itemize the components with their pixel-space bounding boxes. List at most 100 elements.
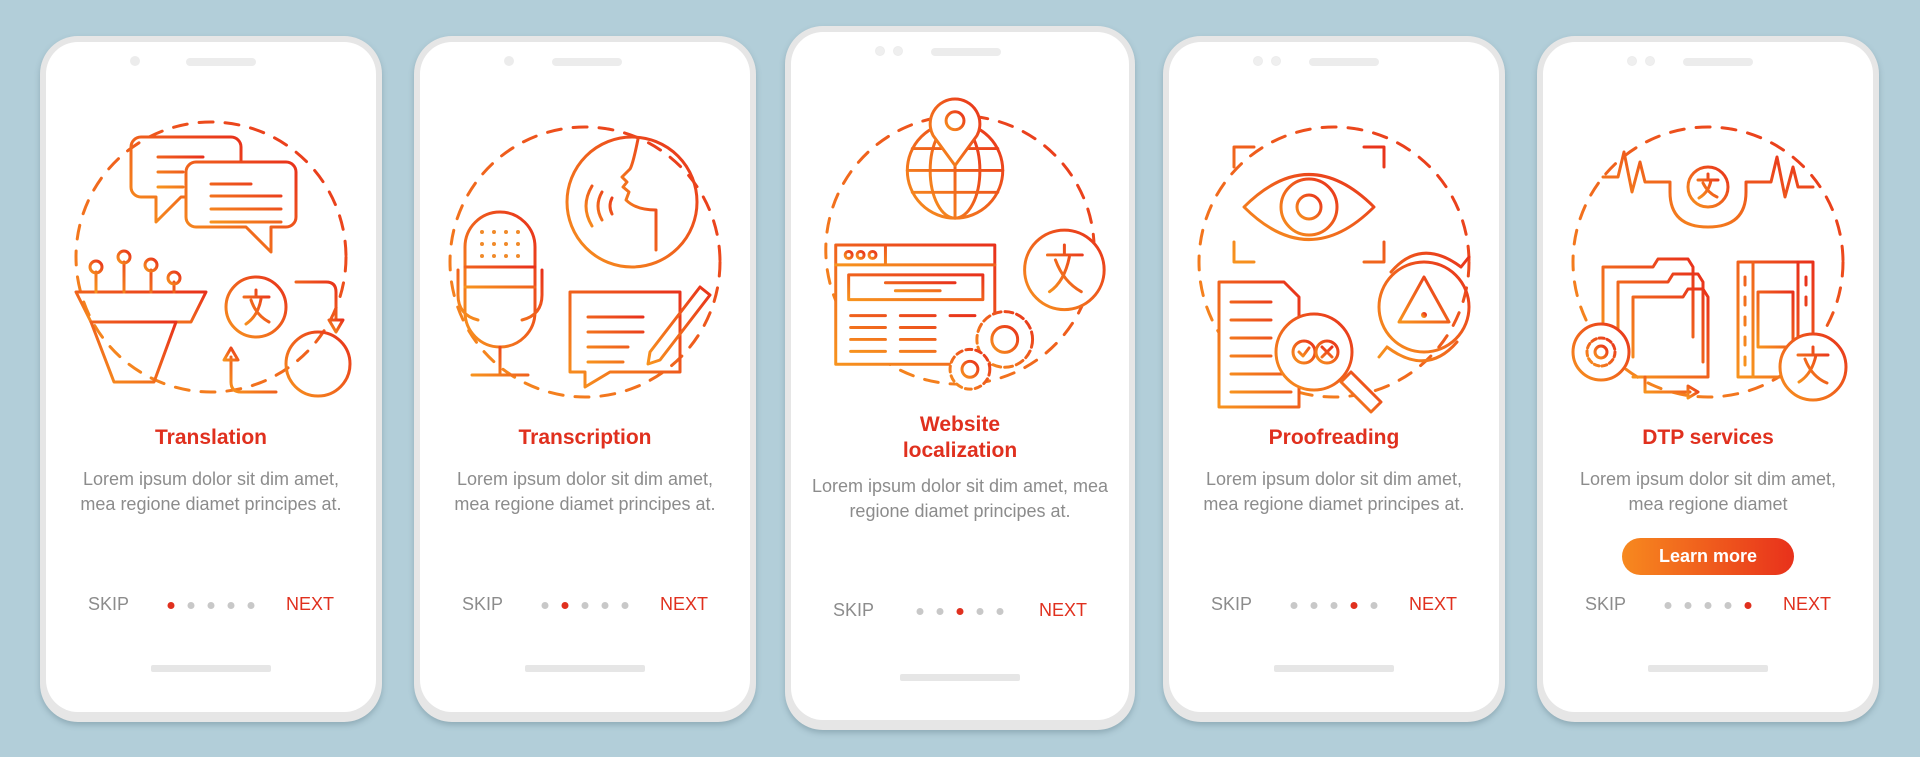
warning-refresh-icon [1377, 251, 1471, 363]
onboarding-screen-translation: Translation Lorem ipsum dolor sit dim am… [40, 36, 382, 722]
step-dot-4[interactable] [227, 602, 235, 609]
home-indicator[interactable] [1648, 665, 1768, 672]
arrow-cycle-icon [222, 280, 352, 398]
funnel-icon [74, 249, 208, 384]
chat-bubbles-icon [129, 135, 298, 254]
screen-title-line2: localization [902, 439, 1018, 462]
onboarding-screen-proofreading: Proofreading Lorem ipsum dolor sit dim a… [1163, 36, 1505, 722]
camera-icon [130, 56, 140, 66]
camera-icon [1627, 56, 1637, 66]
step-dot-4[interactable] [1350, 602, 1358, 609]
step-dot-1[interactable] [167, 602, 175, 609]
home-indicator[interactable] [151, 665, 271, 672]
step-dot-2[interactable] [187, 602, 195, 609]
screen-description: Lorem ipsum dolor sit dim amet, mea regi… [811, 476, 1109, 521]
step-indicator [916, 608, 1004, 615]
step-dot-5[interactable] [996, 608, 1004, 615]
status-bar [1169, 56, 1499, 68]
screen-title: Translation [154, 426, 268, 449]
home-indicator[interactable] [1274, 665, 1394, 672]
onboarding-nav: SKIP NEXT [420, 594, 750, 618]
step-dot-2[interactable] [1684, 602, 1692, 609]
step-dot-2[interactable] [936, 608, 944, 615]
screen: Translation Lorem ipsum dolor sit dim am… [46, 42, 376, 712]
learn-more-button[interactable]: Learn more [1622, 538, 1794, 575]
globe-pin-icon [905, 97, 1005, 220]
film-strip-icon [1736, 260, 1848, 402]
step-indicator [541, 602, 629, 609]
onboarding-nav: SKIP NEXT [1543, 594, 1873, 618]
step-dot-5[interactable] [621, 602, 629, 609]
skip-button[interactable]: SKIP [833, 600, 874, 621]
website-localization-illustration [791, 80, 1129, 410]
step-dot-4[interactable] [601, 602, 609, 609]
step-indicator [1290, 602, 1378, 609]
next-button[interactable]: NEXT [1783, 594, 1831, 615]
skip-button[interactable]: SKIP [1585, 594, 1626, 615]
screen: Website localization Lorem ipsum dolor s… [791, 32, 1129, 720]
next-button[interactable]: NEXT [1409, 594, 1457, 615]
step-dot-5[interactable] [1370, 602, 1378, 609]
translation-illustration [46, 92, 376, 422]
skip-button[interactable]: SKIP [462, 594, 503, 615]
onboarding-screen-dtp-services: DTP services Lorem ipsum dolor sit dim a… [1537, 36, 1879, 722]
screen-description: Lorem ipsum dolor sit dim amet, mea regi… [1203, 469, 1465, 514]
step-dot-1[interactable] [1664, 602, 1672, 609]
skip-button[interactable]: SKIP [88, 594, 129, 615]
camera-icon [1253, 56, 1263, 66]
home-indicator[interactable] [900, 674, 1020, 681]
step-indicator [167, 602, 255, 609]
step-dot-3[interactable] [581, 602, 589, 609]
screen-title: DTP services [1642, 426, 1774, 449]
screen-title: Transcription [518, 426, 652, 449]
status-bar [1543, 56, 1873, 68]
speaking-head-icon [565, 135, 699, 269]
sensor-icon [893, 46, 903, 56]
speaker-grille [1683, 58, 1753, 66]
speaker-grille [552, 58, 622, 66]
step-dot-1[interactable] [541, 602, 549, 609]
step-indicator [1664, 602, 1752, 609]
next-button[interactable]: NEXT [286, 594, 334, 615]
camera-icon [504, 56, 514, 66]
next-button[interactable]: NEXT [660, 594, 708, 615]
step-dot-2[interactable] [561, 602, 569, 609]
transcription-illustration [420, 92, 750, 422]
onboarding-screen-website-localization: Website localization Lorem ipsum dolor s… [785, 26, 1135, 730]
eye-scan-icon [1232, 145, 1386, 264]
sensor-icon [1271, 56, 1281, 66]
onboarding-nav: SKIP NEXT [791, 600, 1129, 624]
step-dot-3[interactable] [207, 602, 215, 609]
step-dot-1[interactable] [1290, 602, 1298, 609]
document-magnifier-icon [1217, 280, 1383, 414]
step-dot-4[interactable] [976, 608, 984, 615]
step-dot-5[interactable] [1744, 602, 1752, 609]
next-button[interactable]: NEXT [1039, 600, 1087, 621]
step-dot-3[interactable] [1330, 602, 1338, 609]
status-bar [791, 46, 1129, 58]
step-dot-3[interactable] [956, 608, 964, 615]
home-indicator[interactable] [525, 665, 645, 672]
screen-title: Website [919, 413, 1001, 436]
step-dot-5[interactable] [247, 602, 255, 609]
translate-icon [224, 275, 288, 339]
onboarding-nav: SKIP NEXT [46, 594, 376, 618]
screen-description: Lorem ipsum dolor sit dim amet, mea regi… [1579, 469, 1837, 514]
status-bar [420, 56, 750, 68]
step-dot-4[interactable] [1724, 602, 1732, 609]
proofreading-illustration [1169, 92, 1499, 422]
note-pencil-icon [568, 285, 712, 389]
camera-icon [875, 46, 885, 56]
step-dot-3[interactable] [1704, 602, 1712, 609]
step-dot-1[interactable] [916, 608, 924, 615]
skip-button[interactable]: SKIP [1211, 594, 1252, 615]
folders-gear-icon [1571, 257, 1710, 400]
dtp-services-illustration [1543, 92, 1873, 422]
onboarding-screen-transcription: Transcription Lorem ipsum dolor sit dim … [414, 36, 756, 722]
status-bar [46, 56, 376, 68]
screen-title: Proofreading [1268, 426, 1400, 449]
speaker-grille [186, 58, 256, 66]
browser-window-icon [834, 243, 997, 366]
step-dot-2[interactable] [1310, 602, 1318, 609]
speaker-grille [931, 48, 1001, 56]
